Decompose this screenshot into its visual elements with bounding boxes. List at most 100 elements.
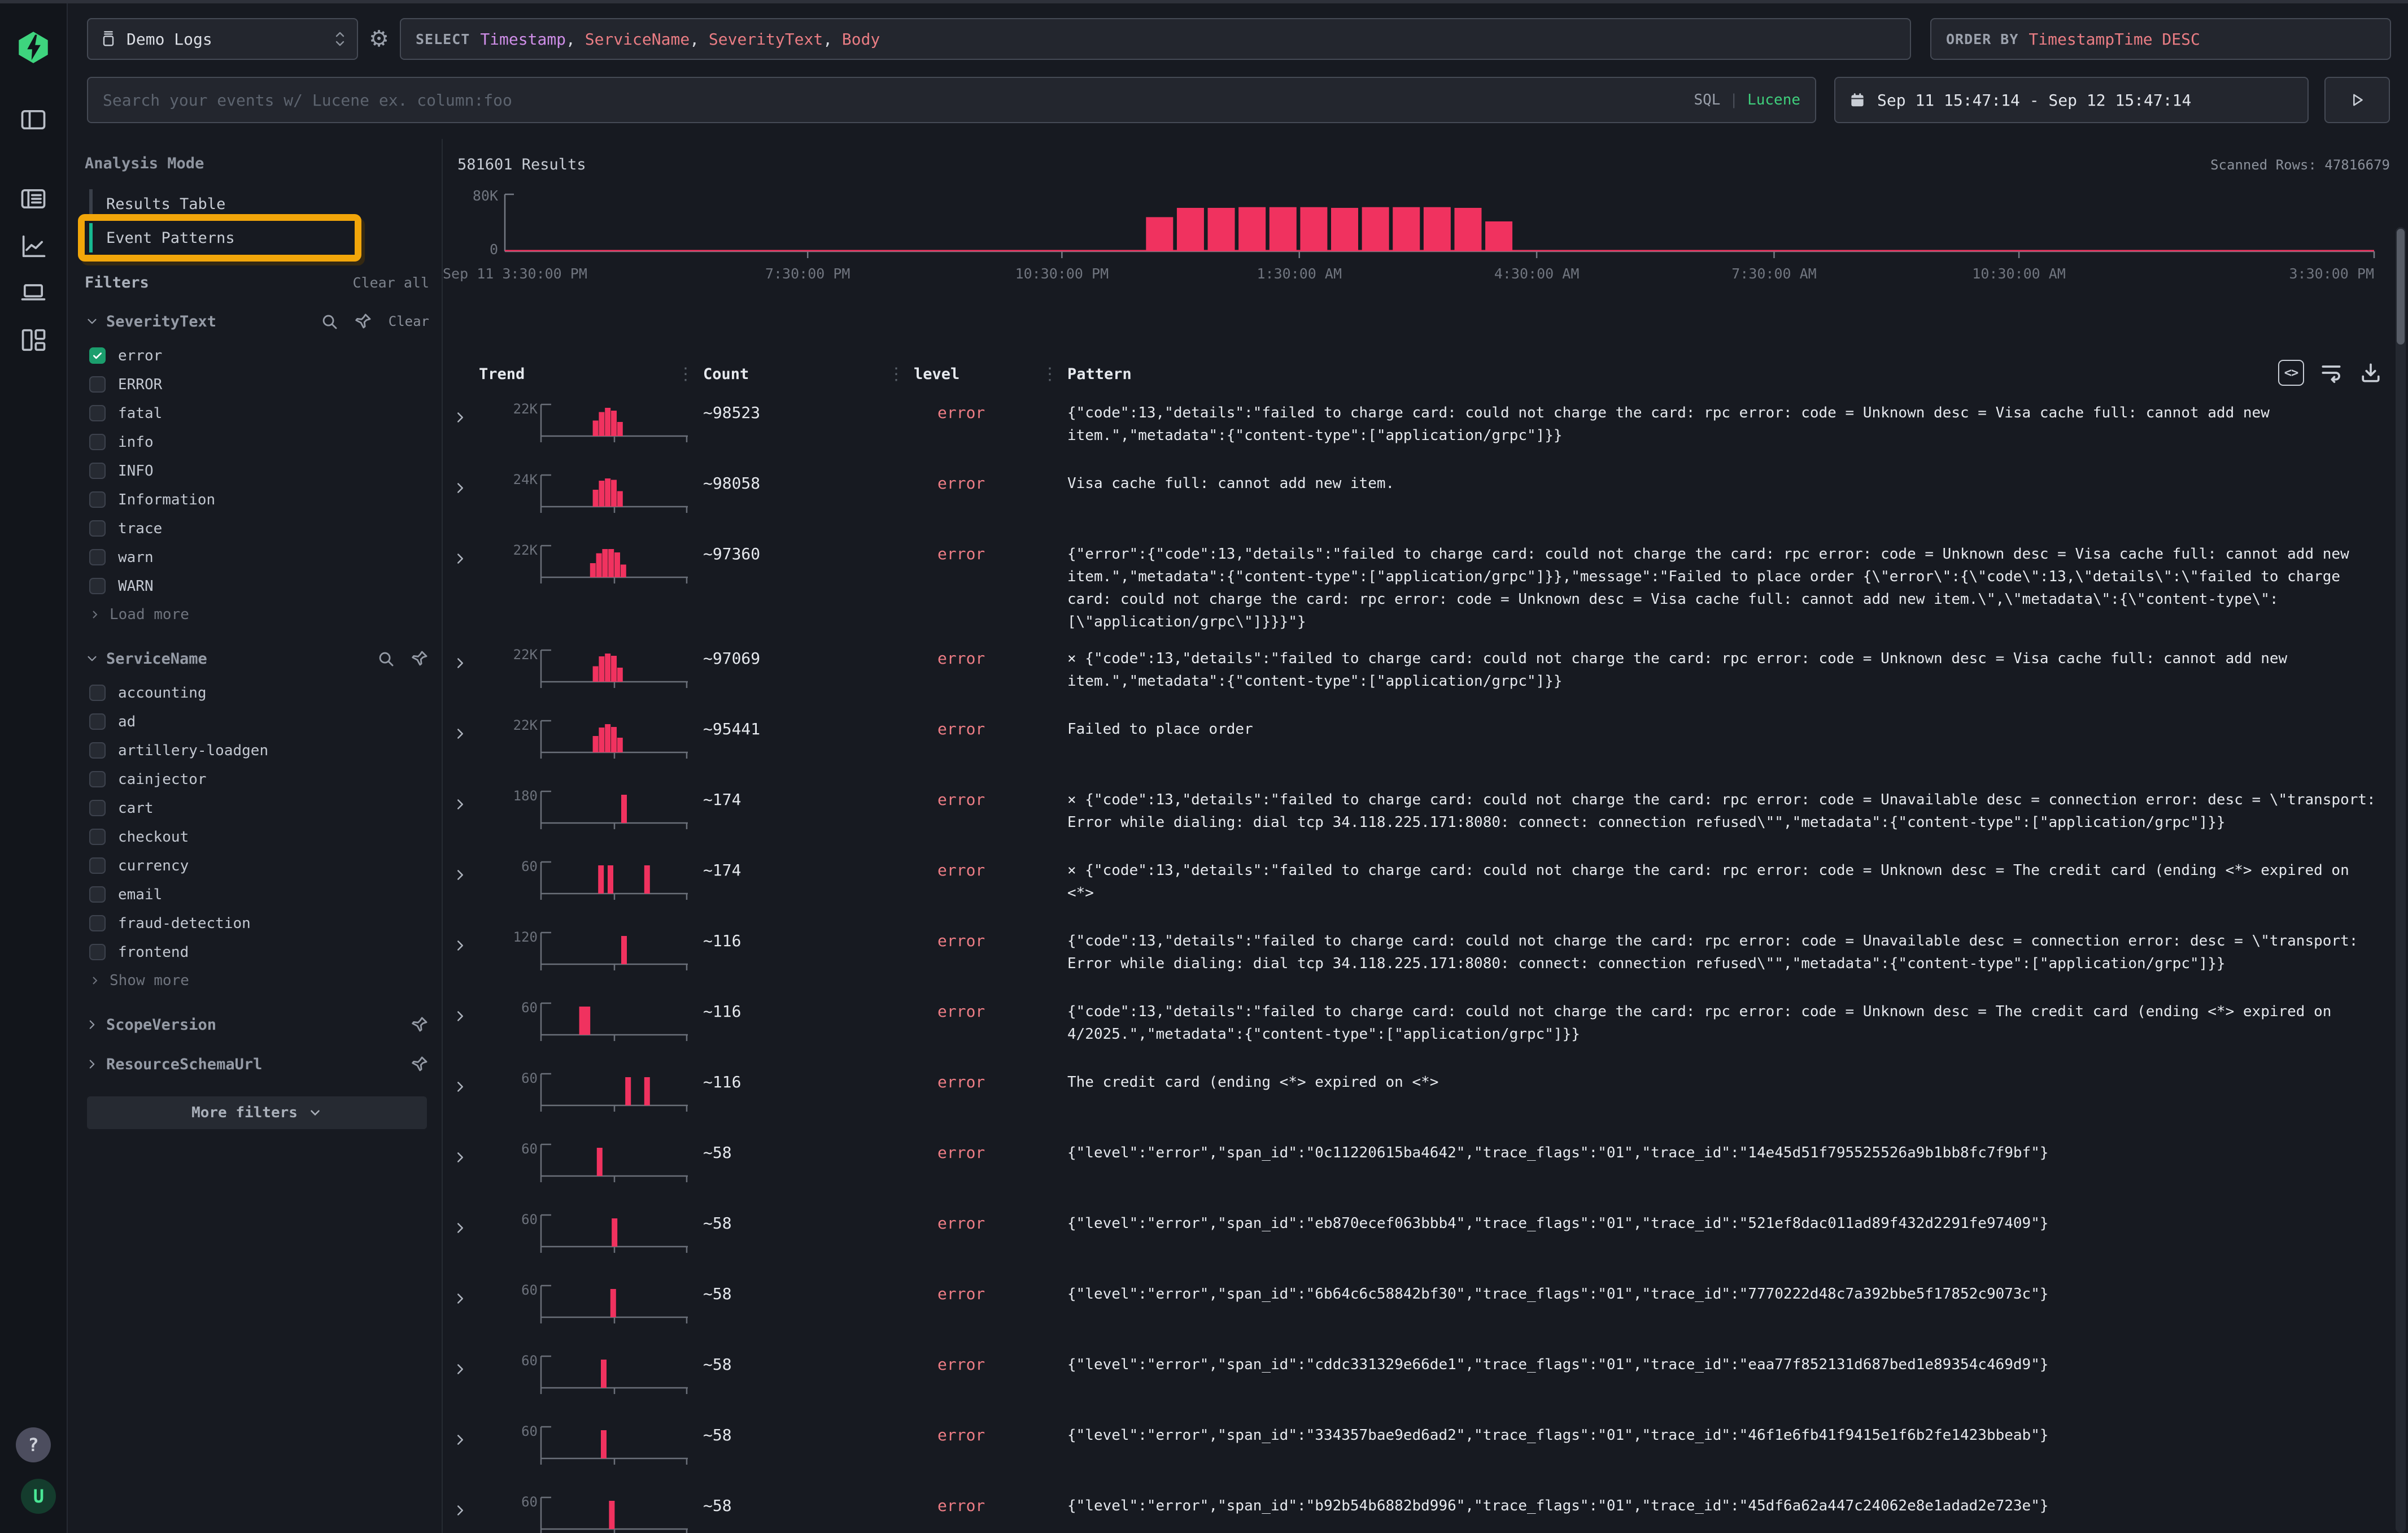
table-row[interactable]: 24K~98058errorVisa cache full: cannot ad… — [443, 463, 2408, 533]
pattern-text[interactable]: Failed to place order — [1067, 716, 2408, 741]
search-input[interactable]: Search your events w/ Lucene ex. column:… — [87, 77, 1816, 123]
pattern-text[interactable]: Visa cache full: cannot add new item. — [1067, 471, 2408, 495]
checkbox[interactable] — [89, 463, 106, 479]
filter-option-checkout[interactable]: checkout — [85, 822, 429, 851]
row-expander[interactable] — [452, 1069, 479, 1098]
user-avatar[interactable]: U — [21, 1479, 56, 1514]
row-expander[interactable] — [452, 1352, 479, 1380]
checkbox[interactable] — [89, 434, 106, 450]
table-row[interactable]: 22K~98523error{"code":13,"details":"fail… — [443, 392, 2408, 463]
filter-option-trace[interactable]: trace — [85, 514, 429, 543]
sidebar-toggle-icon[interactable] — [19, 105, 48, 134]
run-query-button[interactable] — [2324, 77, 2390, 123]
row-expander[interactable] — [452, 999, 479, 1027]
filter-load-more-button[interactable]: Load more — [85, 600, 429, 629]
checkbox[interactable] — [89, 713, 106, 730]
pin-icon[interactable] — [410, 1015, 429, 1034]
table-row[interactable]: 60~58error{"level":"error","span_id":"0c… — [443, 1132, 2408, 1203]
table-row[interactable]: 60~174error× {"code":13,"details":"faile… — [443, 850, 2408, 920]
filter-option-error[interactable]: error — [85, 341, 429, 370]
table-row[interactable]: 60~116errorThe credit card (ending <*> e… — [443, 1061, 2408, 1132]
pattern-text[interactable]: {"level":"error","span_id":"334357bae9ed… — [1067, 1422, 2408, 1447]
table-row[interactable]: 60~58error{"level":"error","span_id":"b9… — [443, 1485, 2408, 1533]
checkbox[interactable] — [89, 405, 106, 421]
results-histogram[interactable]: Sep 11 3:30:00 PM7:30:00 PM10:30:00 PM1:… — [443, 185, 2391, 301]
checkbox[interactable] — [89, 857, 106, 874]
table-row[interactable]: 22K~97069error× {"code":13,"details":"fa… — [443, 638, 2408, 708]
pin-icon[interactable] — [354, 312, 373, 331]
row-expander[interactable] — [452, 787, 479, 815]
checkbox[interactable] — [89, 944, 106, 960]
filter-option-ad[interactable]: ad — [85, 707, 429, 736]
pattern-text[interactable]: {"level":"error","span_id":"cddc331329e6… — [1067, 1352, 2408, 1376]
column-header-count[interactable]: Count⋮ — [703, 364, 914, 384]
table-row[interactable]: 22K~95441errorFailed to place order — [443, 708, 2408, 779]
filter-option-cainjector[interactable]: cainjector — [85, 765, 429, 794]
table-row[interactable]: 120~116error{"code":13,"details":"failed… — [443, 920, 2408, 991]
nav-search-logs-icon[interactable] — [19, 184, 48, 214]
row-expander[interactable] — [452, 400, 479, 428]
row-expander[interactable] — [452, 716, 479, 744]
filter-option-info[interactable]: INFO — [85, 456, 429, 485]
filter-option-cart[interactable]: cart — [85, 794, 429, 822]
row-expander[interactable] — [452, 646, 479, 674]
filter-option-frontend[interactable]: frontend — [85, 938, 429, 966]
pattern-text[interactable]: {"level":"error","span_id":"0c11220615ba… — [1067, 1140, 2408, 1164]
pattern-text[interactable]: × {"code":13,"details":"failed to charge… — [1067, 787, 2408, 834]
analysis-mode-results-table[interactable]: Results Table — [85, 187, 429, 221]
checkbox[interactable] — [89, 578, 106, 594]
filter-group-header[interactable]: SeverityTextClear — [85, 312, 429, 331]
help-button[interactable]: ? — [16, 1427, 51, 1462]
pattern-text[interactable]: {"level":"error","span_id":"6b64c6c58842… — [1067, 1281, 2408, 1305]
view-source-button[interactable]: <> — [2278, 360, 2304, 386]
pin-icon[interactable] — [410, 649, 429, 668]
search-icon[interactable] — [320, 312, 339, 331]
search-icon[interactable] — [376, 649, 395, 668]
select-clause-input[interactable]: SELECT Timestamp, ServiceName, SeverityT… — [400, 18, 1911, 60]
table-scrollbar[interactable] — [2396, 227, 2406, 1533]
table-row[interactable]: 60~116error{"code":13,"details":"failed … — [443, 991, 2408, 1061]
filter-option-information[interactable]: Information — [85, 485, 429, 514]
filter-group-header[interactable]: ResourceSchemaUrl — [85, 1055, 429, 1074]
filter-option-warn[interactable]: WARN — [85, 572, 429, 600]
source-select[interactable]: Demo Logs — [87, 18, 358, 60]
pattern-text[interactable]: × {"code":13,"details":"failed to charge… — [1067, 646, 2408, 693]
filter-option-email[interactable]: email — [85, 880, 429, 909]
download-button[interactable] — [2358, 360, 2383, 385]
filter-option-accounting[interactable]: accounting — [85, 678, 429, 707]
pattern-text[interactable]: {"error":{"code":13,"details":"failed to… — [1067, 541, 2408, 633]
checkbox[interactable] — [89, 771, 106, 787]
filter-option-fatal[interactable]: fatal — [85, 399, 429, 428]
filter-show-more-button[interactable]: Show more — [85, 966, 429, 995]
nav-sessions-icon[interactable] — [19, 278, 48, 307]
pattern-text[interactable]: The credit card (ending <*> expired on <… — [1067, 1069, 2408, 1094]
column-header-level[interactable]: level⋮ — [914, 364, 1067, 384]
filter-group-header[interactable]: ServiceName — [85, 649, 429, 668]
table-row[interactable]: 60~58error{"level":"error","span_id":"cd… — [443, 1344, 2408, 1414]
nav-chart-explorer-icon[interactable] — [19, 232, 48, 261]
table-row[interactable]: 60~58error{"level":"error","span_id":"33… — [443, 1414, 2408, 1485]
row-expander[interactable] — [452, 1210, 479, 1239]
checkbox[interactable] — [89, 491, 106, 508]
pattern-text[interactable]: {"code":13,"details":"failed to charge c… — [1067, 999, 2408, 1046]
checkbox[interactable] — [89, 685, 106, 701]
row-expander[interactable] — [452, 1140, 479, 1168]
filter-option-error[interactable]: ERROR — [85, 370, 429, 399]
filter-option-warn[interactable]: warn — [85, 543, 429, 572]
filter-option-fraud-detection[interactable]: fraud-detection — [85, 909, 429, 938]
filter-group-clear-button[interactable]: Clear — [389, 313, 429, 329]
pattern-text[interactable]: {"level":"error","span_id":"b92b54b6882b… — [1067, 1493, 2408, 1517]
column-resize-handle[interactable]: ⋮ — [677, 364, 694, 384]
filter-option-artillery-loadgen[interactable]: artillery-loadgen — [85, 736, 429, 765]
date-range-picker[interactable]: Sep 11 15:47:14 - Sep 12 15:47:14 — [1834, 77, 2309, 123]
checkbox[interactable] — [89, 742, 106, 759]
checkbox[interactable] — [89, 520, 106, 537]
column-header-pattern[interactable]: Pattern — [1067, 365, 2408, 383]
checkbox[interactable] — [89, 549, 106, 565]
nav-dashboards-icon[interactable] — [19, 325, 48, 355]
checkbox[interactable] — [89, 915, 106, 931]
checkbox-checked[interactable] — [89, 347, 106, 364]
column-resize-handle[interactable]: ⋮ — [888, 364, 905, 384]
row-expander[interactable] — [452, 857, 479, 886]
checkbox[interactable] — [89, 800, 106, 816]
